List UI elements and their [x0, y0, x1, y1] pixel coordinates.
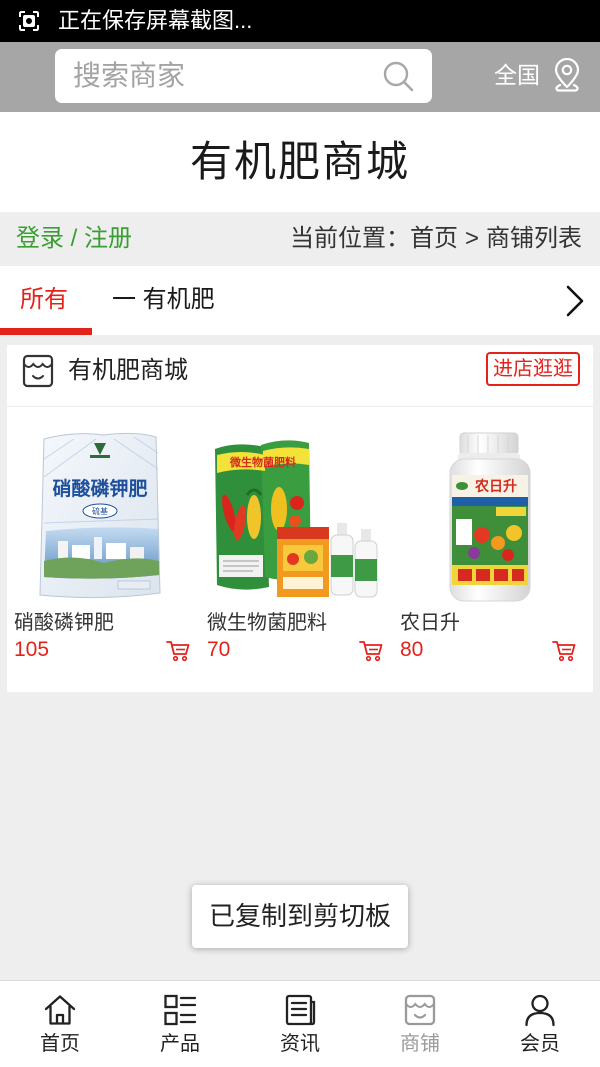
nav-item-home[interactable]: 首页: [0, 981, 120, 1067]
active-tab-indicator: [0, 328, 92, 335]
toast-message: 已复制到剪切板: [192, 885, 408, 948]
product-price: 70: [207, 638, 231, 661]
product-name[interactable]: 农日升: [400, 611, 460, 635]
nav-label: 会员: [520, 1033, 560, 1055]
member-icon: [523, 993, 557, 1027]
tab-organic-fertilizer[interactable]: 一 有机肥: [112, 286, 215, 314]
cart-icon[interactable]: [359, 640, 383, 662]
breadcrumb-current: 商铺列表: [486, 225, 582, 252]
search-icon[interactable]: [381, 59, 415, 93]
site-title: 有机肥商城: [0, 112, 600, 212]
breadcrumb-bar: 登录 / 注册 当前位置：首页 > 商铺列表: [0, 212, 600, 266]
tab-all[interactable]: 所有: [20, 286, 68, 314]
store-icon: [403, 993, 437, 1027]
product-card[interactable]: 微生物菌肥料 微生物菌肥料 70: [207, 425, 393, 687]
product-image[interactable]: 农日升: [400, 425, 572, 605]
shop-name[interactable]: 有机肥商城: [68, 357, 188, 385]
product-name[interactable]: 微生物菌肥料: [207, 611, 327, 635]
top-bar: 全国: [0, 42, 600, 112]
cart-icon[interactable]: [166, 640, 190, 662]
product-name[interactable]: 硝酸磷钾肥: [14, 611, 114, 635]
product-image[interactable]: 微生物菌肥料: [207, 425, 379, 605]
search-input[interactable]: [55, 49, 373, 103]
package-title-text: 农日升: [474, 478, 517, 494]
nav-label: 产品: [160, 1033, 200, 1055]
home-icon: [43, 993, 77, 1027]
nav-label: 资讯: [280, 1033, 320, 1055]
nav-item-shops[interactable]: 商铺: [360, 981, 480, 1067]
nav-label: 商铺: [400, 1033, 440, 1055]
product-price: 80: [400, 638, 424, 661]
region-label: 全国: [494, 62, 540, 88]
screenshot-icon: [18, 10, 40, 32]
product-image[interactable]: 硝酸磷钾肥 硫基: [14, 425, 186, 605]
status-text: 正在保存屏幕截图...: [58, 8, 253, 33]
shop-card: 有机肥商城 进店逛逛 硝酸磷钾肥 硫基 硝酸磷钾肥 105 微生物菌肥料 微生物…: [7, 345, 593, 692]
store-icon: [22, 354, 54, 388]
breadcrumb-prefix: 当前位置：: [289, 225, 410, 252]
status-bar: 正在保存屏幕截图...: [0, 0, 600, 42]
cart-icon[interactable]: [552, 640, 576, 662]
nav-item-news[interactable]: 资讯: [240, 981, 360, 1067]
location-pin-icon: [552, 57, 582, 94]
product-price: 105: [14, 638, 50, 661]
nav-item-member[interactable]: 会员: [480, 981, 600, 1067]
product-list-icon: [163, 993, 197, 1027]
login-register-link[interactable]: 登录 / 注册: [16, 212, 132, 266]
nav-item-products[interactable]: 产品: [120, 981, 240, 1067]
breadcrumb-separator: >: [464, 225, 479, 252]
news-icon: [283, 993, 317, 1027]
nav-label: 首页: [40, 1033, 80, 1055]
package-subtitle-text: 硫基: [92, 506, 108, 516]
breadcrumb-home-link[interactable]: 首页: [410, 225, 458, 252]
search-box[interactable]: [55, 49, 432, 103]
package-title-text: 硝酸磷钾肥: [52, 477, 147, 500]
package-title-text: 微生物菌肥料: [229, 455, 296, 469]
product-card[interactable]: 硝酸磷钾肥 硫基 硝酸磷钾肥 105: [14, 425, 200, 687]
chevron-right-icon[interactable]: [562, 284, 588, 318]
category-tabs: 所有 一 有机肥: [0, 266, 600, 335]
product-card[interactable]: 农日升 农日升 80: [400, 425, 586, 687]
enter-shop-button[interactable]: 进店逛逛: [486, 352, 580, 386]
region-selector[interactable]: 全国: [490, 53, 590, 97]
breadcrumb: 当前位置：首页 > 商铺列表: [290, 212, 582, 266]
bottom-nav: 首页 产品 资讯 商铺 会员: [0, 980, 600, 1067]
shop-card-header: 有机肥商城 进店逛逛: [7, 345, 593, 407]
